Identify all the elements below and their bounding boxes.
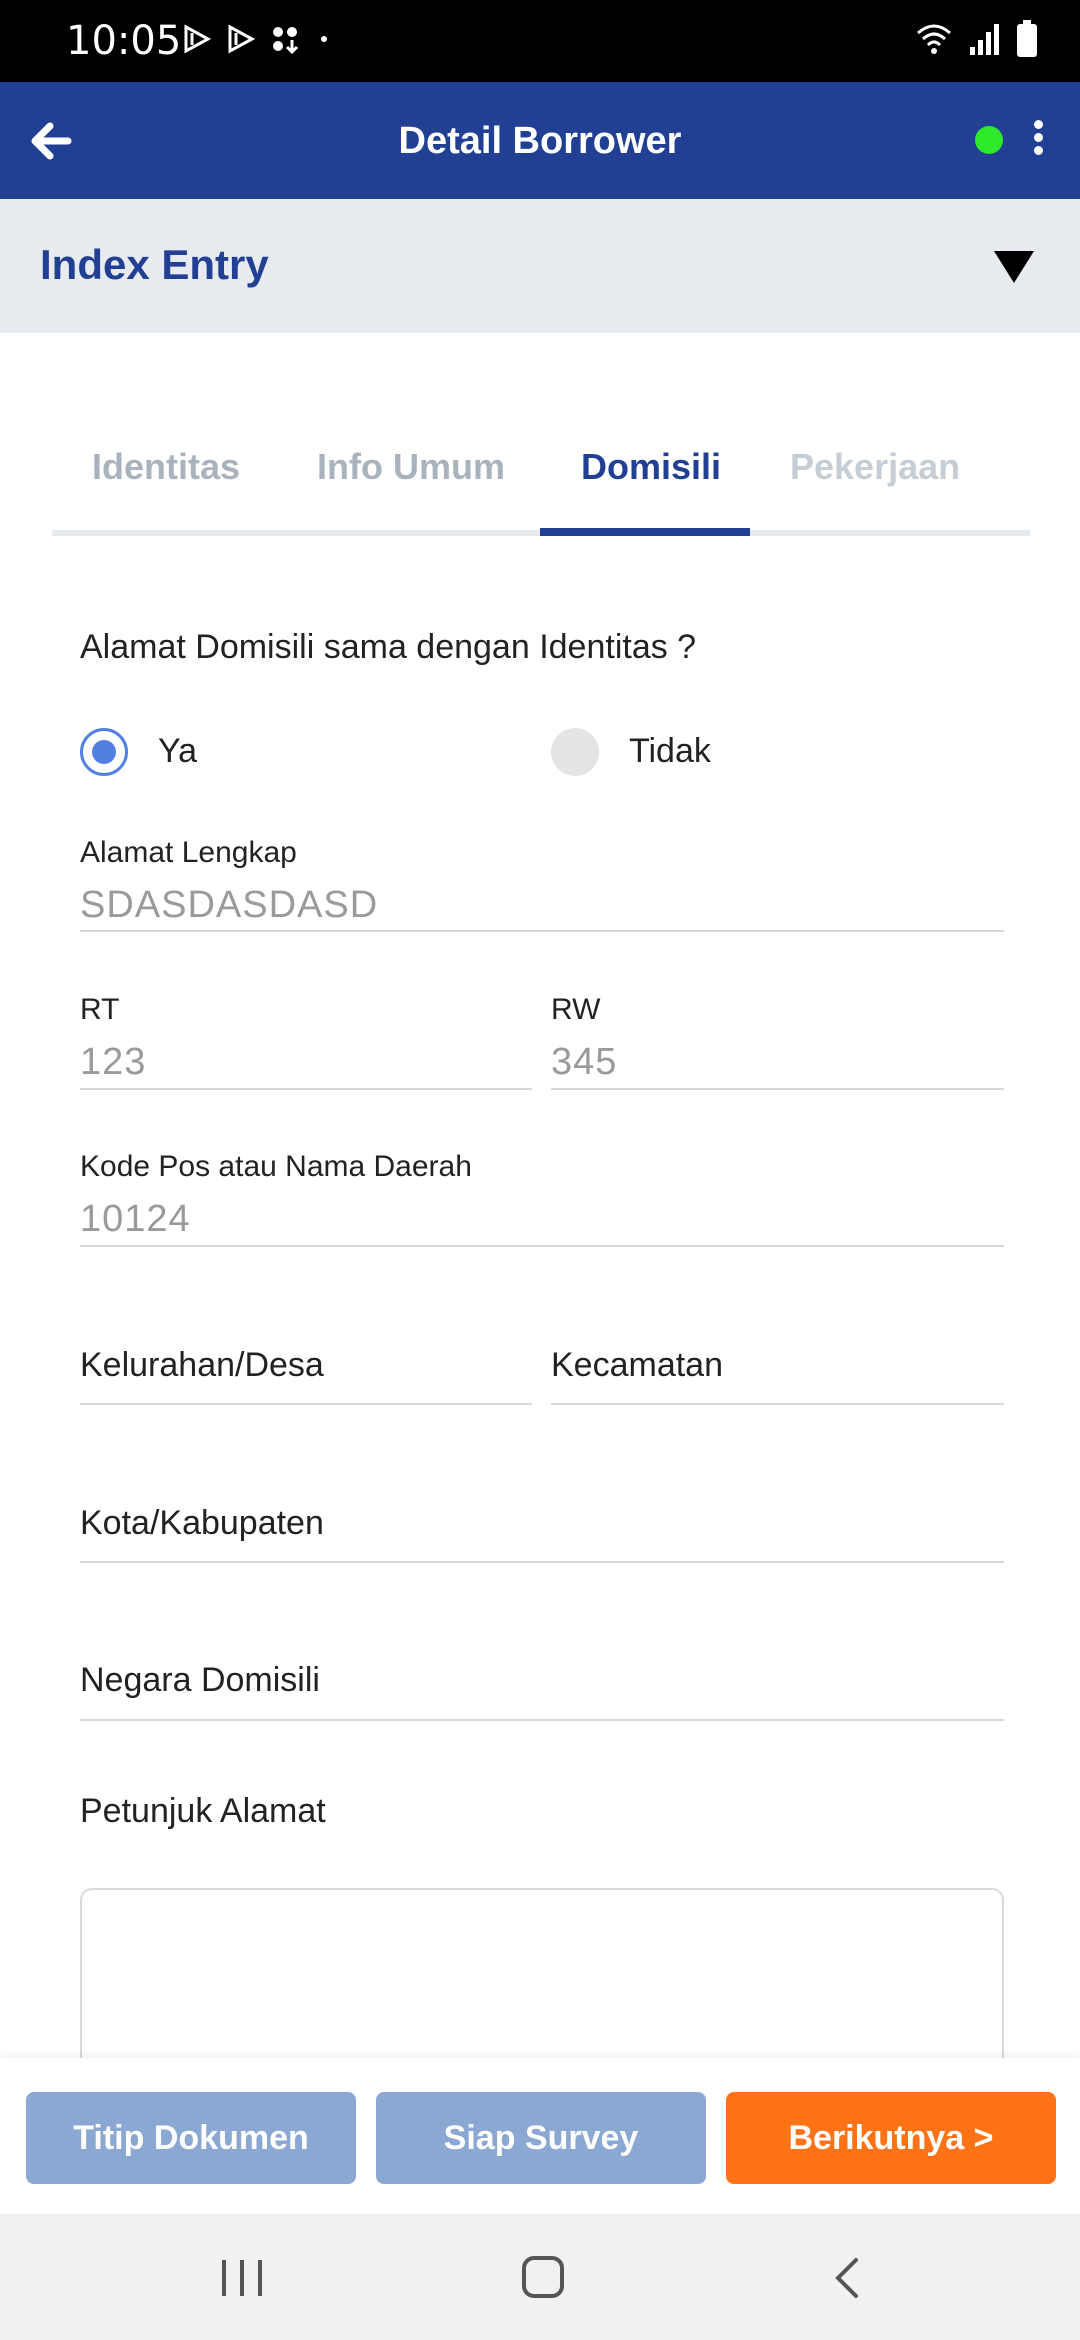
alamat-lengkap-label: Alamat Lengkap (80, 836, 297, 869)
same-address-question: Alamat Domisili sama dengan Identitas ? (80, 628, 697, 666)
app-bar: Detail Borrower (0, 82, 1080, 199)
system-icons (914, 20, 1038, 58)
recents-button[interactable] (222, 2260, 262, 2296)
recents-icon-bar (240, 2260, 244, 2296)
chevron-left-icon (835, 2258, 858, 2298)
home-button[interactable] (522, 2256, 564, 2298)
radio-ya[interactable] (80, 728, 128, 776)
petunjuk-alamat-textarea[interactable] (80, 1888, 1004, 2068)
kode-pos-underline (80, 1245, 1004, 1247)
page-title: Detail Borrower (398, 120, 682, 162)
status-time: 10:05 (66, 18, 182, 64)
system-nav-bar (0, 2214, 1080, 2340)
nav-back-button[interactable] (832, 2256, 862, 2300)
petunjuk-alamat-label: Petunjuk Alamat (80, 1792, 326, 1830)
rw-label: RW (551, 993, 601, 1026)
notification-icons (182, 24, 330, 54)
rt-label: RT (80, 993, 120, 1026)
negara-field[interactable]: Negara Domisili (80, 1661, 320, 1700)
radio-tidak[interactable] (551, 728, 599, 776)
kebab-dot (1033, 120, 1043, 129)
kode-pos-label: Kode Pos atau Nama Daerah (80, 1150, 472, 1183)
alamat-lengkap-underline (80, 930, 1004, 932)
rt-field[interactable]: 123 (80, 1041, 146, 1084)
dropdown-arrow-icon[interactable] (994, 251, 1034, 283)
rt-underline (80, 1088, 532, 1090)
kota-underline (80, 1561, 1004, 1563)
tab-domisili[interactable]: Domisili (581, 446, 721, 488)
signal-icon (970, 24, 999, 55)
kecamatan-field[interactable]: Kecamatan (551, 1346, 723, 1385)
app-grid-icon (273, 27, 299, 54)
action-bar: Titip Dokumen Siap Survey Berikutnya > (0, 2058, 1080, 2214)
radio-ya-label[interactable]: Ya (158, 732, 197, 771)
kota-field[interactable]: Kota/Kabupaten (80, 1504, 324, 1543)
alamat-lengkap-field[interactable]: SDASDASDASD (80, 884, 378, 927)
recents-icon-bar (222, 2260, 226, 2296)
battery-icon (1017, 20, 1037, 57)
section-title: Index Entry (40, 241, 269, 288)
kecamatan-underline (551, 1403, 1004, 1405)
rw-field[interactable]: 345 (551, 1041, 617, 1084)
berikutnya-button[interactable]: Berikutnya > (726, 2092, 1056, 2184)
kebab-dot (1033, 133, 1043, 142)
radio-tidak-label[interactable]: Tidak (629, 732, 711, 771)
status-bar: 10:05 (0, 0, 1080, 82)
tab-info-umum[interactable]: Info Umum (317, 446, 505, 488)
index-entry-header[interactable]: Index Entry (0, 199, 1080, 333)
play-store-icon (184, 24, 212, 54)
recents-icon-bar (258, 2260, 262, 2296)
wifi-icon (917, 24, 951, 54)
kode-pos-field[interactable]: 10124 (80, 1198, 191, 1241)
more-menu-button[interactable] (1028, 120, 1048, 160)
negara-underline (80, 1719, 1004, 1721)
kelurahan-underline (80, 1403, 532, 1405)
dot-icon (321, 36, 327, 42)
rw-underline (551, 1088, 1004, 1090)
kelurahan-field[interactable]: Kelurahan/Desa (80, 1346, 324, 1385)
active-tab-indicator (540, 528, 750, 536)
play-store-icon (228, 24, 256, 54)
tab-pekerjaan[interactable]: Pekerjaan (790, 446, 960, 488)
tab-bar: Identitas Info Umum Domisili Pekerjaan (52, 420, 1030, 538)
tab-identitas[interactable]: Identitas (92, 446, 240, 488)
kebab-dot (1033, 146, 1043, 155)
titip-dokumen-button[interactable]: Titip Dokumen (26, 2092, 356, 2184)
online-status-dot (975, 126, 1003, 154)
siap-survey-button[interactable]: Siap Survey (376, 2092, 706, 2184)
